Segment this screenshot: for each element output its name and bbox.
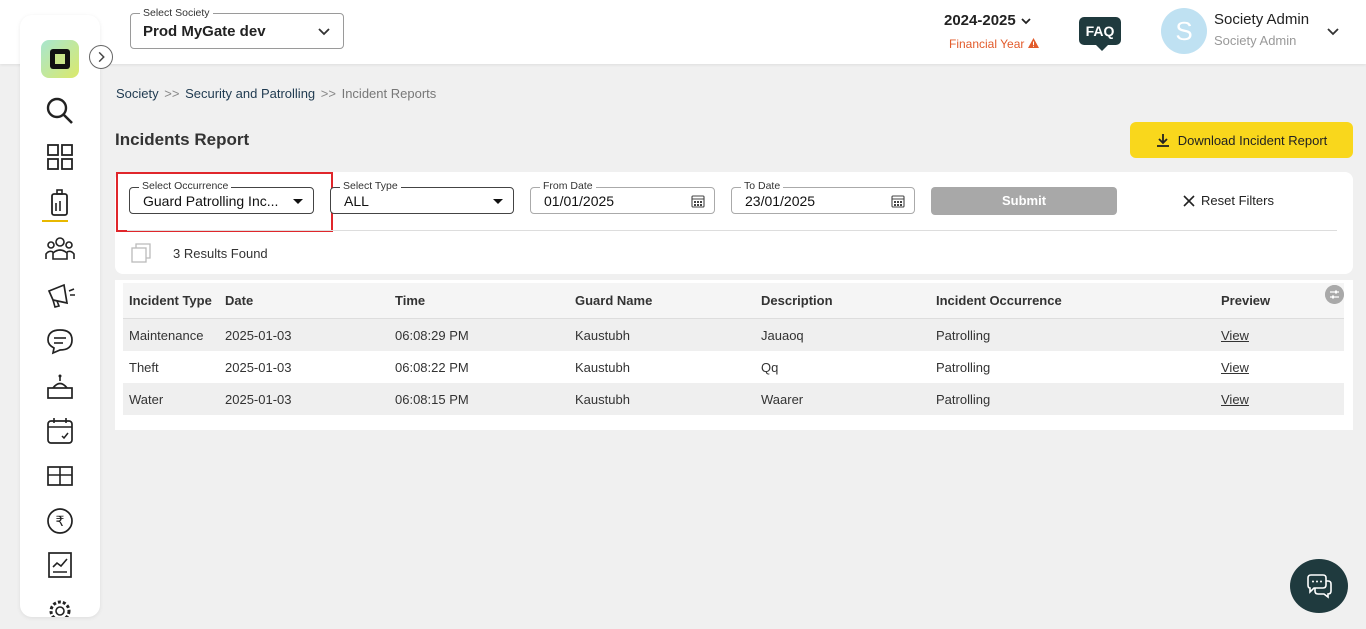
announcement-icon[interactable] bbox=[44, 279, 76, 311]
breadcrumb-society[interactable]: Society bbox=[116, 86, 159, 101]
download-report-label: Download Incident Report bbox=[1177, 132, 1328, 148]
dashboard-icon[interactable] bbox=[44, 141, 76, 173]
amenity-icon[interactable] bbox=[44, 371, 76, 403]
faq-button[interactable]: FAQ bbox=[1079, 17, 1121, 51]
reports-icon[interactable] bbox=[44, 549, 76, 581]
table-cell: Kaustubh bbox=[575, 327, 630, 343]
column-header: Date bbox=[225, 293, 254, 308]
breadcrumb-separator: >> bbox=[320, 86, 336, 101]
user-name: Society Admin bbox=[1214, 11, 1310, 28]
from-date-field[interactable]: From Date 01/01/2025 bbox=[530, 180, 715, 214]
type-select-label: Select Type bbox=[340, 180, 401, 192]
column-header: Description bbox=[761, 293, 833, 308]
table-cell: 2025-01-03 bbox=[225, 359, 292, 375]
breadcrumb-current: Incident Reports bbox=[341, 86, 437, 101]
page-title: Incidents Report bbox=[115, 130, 250, 149]
warning-icon bbox=[1027, 38, 1039, 48]
table-cell: Kaustubh bbox=[575, 391, 630, 407]
table-row: Maintenance 2025-01-03 06:08:29 PM Kaust… bbox=[123, 319, 1344, 351]
copy-icon[interactable] bbox=[131, 243, 151, 263]
incidents-table: Incident Type Date Time Guard Name Descr… bbox=[123, 283, 1344, 415]
chevron-down-icon bbox=[318, 28, 330, 36]
security-icon[interactable] bbox=[44, 187, 76, 219]
table-cell: 2025-01-03 bbox=[225, 391, 292, 407]
column-header: Incident Type bbox=[129, 293, 212, 308]
view-link[interactable]: View bbox=[1221, 383, 1249, 415]
app-logo[interactable] bbox=[41, 40, 79, 78]
divider bbox=[127, 230, 1337, 231]
financial-year-label: Financial Year bbox=[949, 37, 1025, 51]
column-settings-icon[interactable] bbox=[1325, 285, 1344, 304]
financial-year-selector[interactable]: 2024-2025 Financial Year bbox=[944, 12, 1054, 51]
avatar[interactable]: S bbox=[1161, 8, 1207, 54]
inventory-icon[interactable] bbox=[44, 459, 76, 491]
rupee-icon[interactable]: ₹ bbox=[44, 505, 76, 537]
to-date-field[interactable]: To Date 23/01/2025 bbox=[731, 180, 915, 214]
from-date-label: From Date bbox=[540, 180, 596, 192]
top-bar: Select Society Prod MyGate dev 2024-2025… bbox=[0, 0, 1366, 64]
calendar-icon[interactable] bbox=[44, 415, 76, 447]
table-cell: Qq bbox=[761, 359, 779, 375]
table-cell: Theft bbox=[129, 359, 159, 375]
table-cell: Jauaoq bbox=[761, 327, 804, 343]
chat-icon[interactable] bbox=[44, 325, 76, 357]
society-select-value: Prod MyGate dev bbox=[143, 23, 266, 40]
submit-button[interactable]: Submit bbox=[931, 187, 1117, 215]
svg-text:₹: ₹ bbox=[56, 514, 65, 530]
user-info[interactable]: Society Admin Society Admin bbox=[1214, 11, 1309, 48]
society-select-label: Select Society bbox=[140, 7, 213, 19]
column-header: Guard Name bbox=[575, 293, 653, 308]
table-cell: Patrolling bbox=[936, 359, 991, 375]
residents-icon[interactable] bbox=[44, 233, 76, 265]
type-select[interactable]: Select Type ALL bbox=[330, 180, 514, 214]
society-select[interactable]: Select Society Prod MyGate dev bbox=[130, 7, 344, 49]
view-link[interactable]: View bbox=[1221, 319, 1249, 351]
from-date-value: 01/01/2025 bbox=[544, 193, 615, 209]
table-row: Water 2025-01-03 06:08:15 PM Kaustubh Wa… bbox=[123, 383, 1344, 415]
financial-year-value: 2024-2025 bbox=[944, 12, 1016, 29]
search-icon[interactable] bbox=[44, 95, 76, 127]
table-cell: Patrolling bbox=[936, 327, 991, 343]
table-cell: Waarer bbox=[761, 391, 804, 407]
calendar-icon[interactable] bbox=[891, 194, 905, 208]
table-cell: Patrolling bbox=[936, 391, 991, 407]
table-cell: Kaustubh bbox=[575, 359, 630, 375]
breadcrumb-security[interactable]: Security and Patrolling bbox=[185, 86, 315, 101]
caret-down-icon bbox=[493, 199, 503, 204]
table-cell: 06:08:22 PM bbox=[395, 359, 469, 375]
breadcrumb-separator: >> bbox=[164, 86, 180, 101]
to-date-value: 23/01/2025 bbox=[745, 193, 816, 209]
sidebar: ₹ bbox=[20, 15, 100, 617]
view-link[interactable]: View bbox=[1221, 351, 1249, 383]
breadcrumb: Society >> Security and Patrolling >> In… bbox=[116, 86, 436, 101]
close-icon bbox=[1183, 194, 1195, 207]
type-select-value: ALL bbox=[344, 193, 369, 209]
column-header: Time bbox=[395, 293, 426, 308]
table-cell: Maintenance bbox=[129, 327, 204, 343]
table-cell: 06:08:29 PM bbox=[395, 327, 469, 343]
table-cell: 06:08:15 PM bbox=[395, 391, 469, 407]
chat-support-button[interactable] bbox=[1290, 559, 1348, 613]
download-report-button[interactable]: Download Incident Report bbox=[1130, 122, 1353, 158]
calendar-icon[interactable] bbox=[691, 194, 705, 208]
settings-icon[interactable] bbox=[44, 595, 76, 617]
user-role: Society Admin bbox=[1214, 33, 1297, 48]
table-header: Incident Type Date Time Guard Name Descr… bbox=[123, 283, 1344, 319]
sidebar-collapse-icon[interactable] bbox=[89, 45, 113, 69]
table-cell: 2025-01-03 bbox=[225, 327, 292, 343]
table-row: Theft 2025-01-03 06:08:22 PM Kaustubh Qq… bbox=[123, 351, 1344, 383]
download-icon bbox=[1156, 134, 1169, 147]
results-count: 3 Results Found bbox=[173, 246, 268, 261]
column-header: Preview bbox=[1221, 293, 1271, 308]
to-date-label: To Date bbox=[741, 180, 784, 192]
chevron-down-icon[interactable] bbox=[1326, 24, 1340, 38]
highlight-box bbox=[116, 172, 333, 232]
reset-filters-label: Reset Filters bbox=[1201, 193, 1274, 208]
chat-icon bbox=[1307, 574, 1332, 599]
column-header: Incident Occurrence bbox=[936, 293, 1062, 308]
table-cell: Water bbox=[129, 391, 164, 407]
chevron-down-icon bbox=[1021, 18, 1031, 25]
reset-filters-button[interactable]: Reset Filters bbox=[1183, 193, 1274, 208]
active-nav-indicator bbox=[42, 220, 68, 222]
